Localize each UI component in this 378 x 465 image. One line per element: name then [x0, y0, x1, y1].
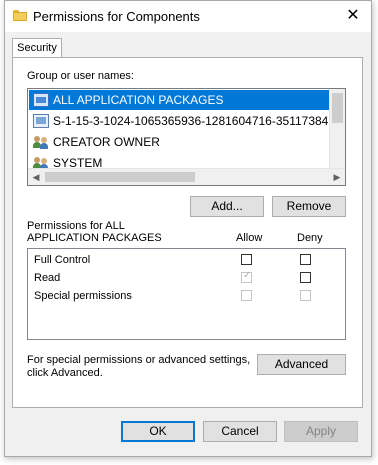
permission-name: Read	[34, 272, 61, 284]
deny-header: Deny	[297, 232, 323, 244]
list-item[interactable]: ALL APPLICATION PACKAGES	[29, 90, 329, 110]
scroll-thumb[interactable]	[332, 93, 343, 123]
close-icon[interactable]: ✕	[343, 6, 363, 26]
permissions-list: Full Control Read ✓ Special permissions	[27, 248, 346, 340]
permission-name: Special permissions	[34, 290, 132, 302]
tab-security[interactable]: Security	[12, 38, 62, 58]
group-user-list[interactable]: ALL APPLICATION PACKAGES S-1-15-3-1024-1…	[27, 88, 346, 186]
advanced-button[interactable]: Advanced	[257, 354, 346, 375]
list-item-label: S-1-15-3-1024-1065365936-1281604716-3511…	[53, 114, 329, 128]
list-item[interactable]: S-1-15-3-1024-1065365936-1281604716-3511…	[29, 111, 329, 131]
package-icon	[33, 93, 49, 107]
advanced-note-line2: click Advanced.	[27, 367, 103, 379]
read-allow-checkbox[interactable]: ✓	[241, 270, 252, 283]
tab-strip: Security	[5, 32, 371, 58]
permissions-dialog: Permissions for Components ✕ Security Gr…	[4, 0, 372, 457]
scroll-left-icon[interactable]: ◀	[28, 170, 44, 184]
group-names-label: Group or user names:	[27, 70, 134, 82]
list-item[interactable]: CREATOR OWNER	[29, 132, 329, 152]
permissions-label-line1: Permissions for ALL	[27, 220, 125, 232]
folder-icon	[13, 10, 27, 21]
ok-button[interactable]: OK	[121, 421, 195, 442]
apply-button[interactable]: Apply	[284, 421, 358, 442]
horizontal-scrollbar[interactable]: ◀ ▶	[28, 168, 345, 185]
check-icon: ✓	[243, 270, 252, 281]
permissions-label-line2: APPLICATION PACKAGES	[27, 232, 162, 244]
full-control-deny-checkbox[interactable]	[300, 254, 311, 265]
security-panel: Group or user names: ALL APPLICATION PAC…	[12, 57, 363, 408]
special-deny-checkbox[interactable]	[300, 290, 311, 301]
allow-header: Allow	[236, 232, 263, 244]
cancel-button[interactable]: Cancel	[203, 421, 277, 442]
vertical-scrollbar[interactable]	[329, 89, 345, 168]
window-title: Permissions for Components	[33, 9, 200, 24]
special-allow-checkbox[interactable]	[241, 290, 252, 301]
add-button[interactable]: Add...	[190, 196, 264, 217]
scroll-thumb[interactable]	[45, 172, 195, 182]
full-control-allow-checkbox[interactable]	[241, 254, 252, 265]
users-icon	[33, 135, 49, 149]
list-item-label: ALL APPLICATION PACKAGES	[53, 93, 224, 107]
title-bar: Permissions for Components ✕	[5, 1, 371, 32]
advanced-note-line1: For special permissions or advanced sett…	[27, 354, 251, 366]
permission-name: Full Control	[34, 254, 91, 266]
read-deny-checkbox[interactable]	[300, 272, 311, 283]
remove-button[interactable]: Remove	[272, 196, 346, 217]
sid-icon	[33, 114, 49, 128]
list-item-label: CREATOR OWNER	[53, 135, 160, 149]
scroll-right-icon[interactable]: ▶	[329, 170, 345, 184]
